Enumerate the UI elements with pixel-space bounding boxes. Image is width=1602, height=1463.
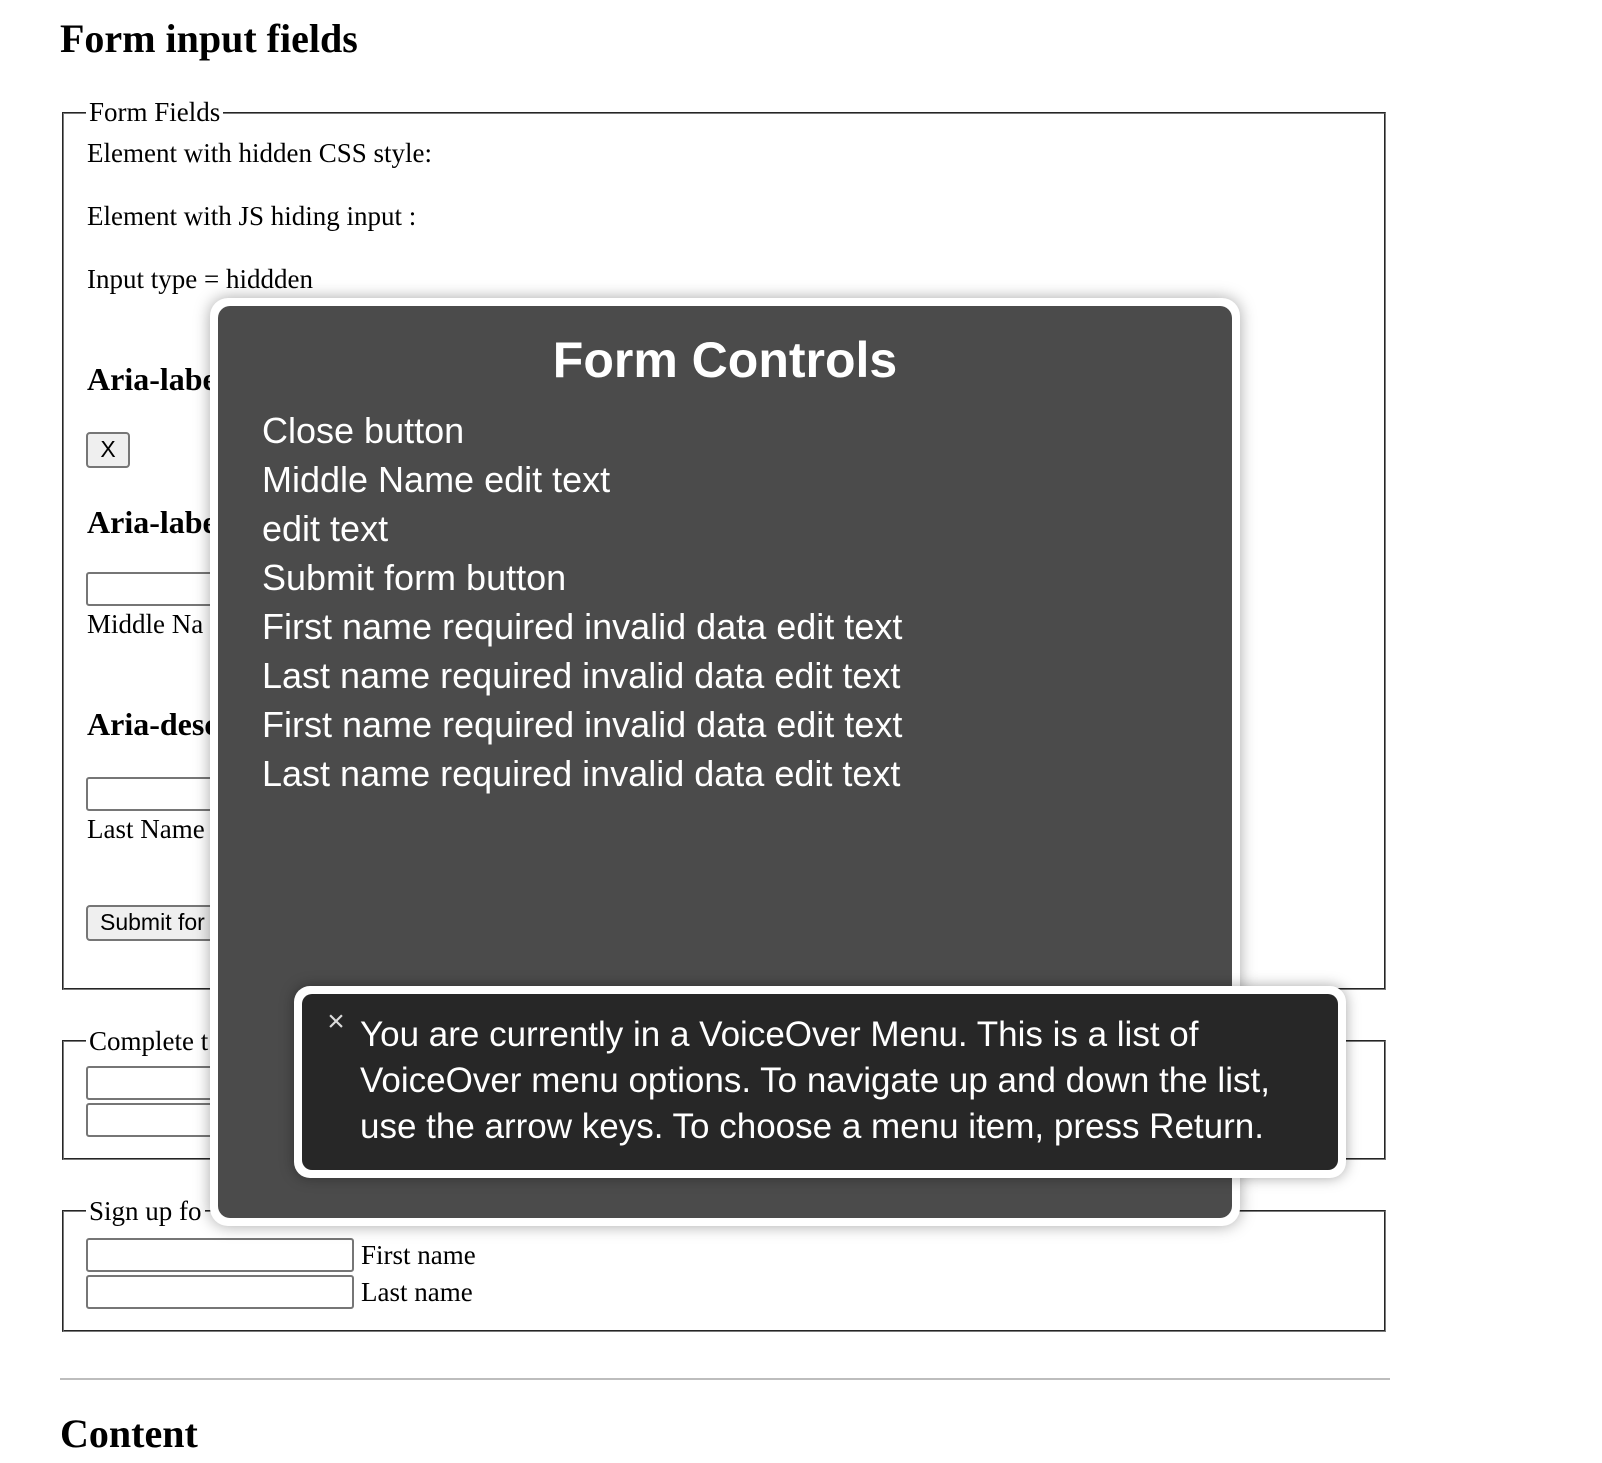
rotor-item[interactable]: First name required invalid data edit te… bbox=[262, 700, 902, 749]
hint-text: You are currently in a VoiceOver Menu. T… bbox=[360, 1015, 1270, 1146]
input-hidden-label: Input type = hiddden bbox=[87, 264, 313, 294]
middle-name-label: Middle Na bbox=[87, 609, 204, 639]
rotor-item[interactable]: Last name required invalid data edit tex… bbox=[262, 651, 902, 700]
aria-label-heading: Aria-labe bbox=[87, 361, 217, 397]
voiceover-hint: × You are currently in a VoiceOver Menu.… bbox=[302, 994, 1338, 1170]
rotor-item[interactable]: Submit form button bbox=[262, 553, 902, 602]
signup-last-name-input[interactable] bbox=[86, 1275, 354, 1309]
rotor-item[interactable]: First name required invalid data edit te… bbox=[262, 602, 902, 651]
hidden-css-label: Element with hidden CSS style: bbox=[87, 138, 432, 168]
js-hiding-label: Element with JS hiding input : bbox=[87, 201, 417, 231]
complete-legend: Complete t bbox=[86, 1026, 212, 1056]
rotor-item[interactable]: Middle Name edit text bbox=[262, 455, 902, 504]
rotor-list: Close button Middle Name edit text edit … bbox=[262, 406, 902, 798]
first-name-label: First name bbox=[361, 1240, 476, 1270]
aria-labelledby-heading: Aria-labe bbox=[87, 504, 217, 540]
rotor-item[interactable]: edit text bbox=[262, 504, 902, 553]
last-name-label: Last Name bbox=[87, 814, 205, 844]
close-button[interactable]: X bbox=[86, 432, 130, 468]
signup-last-name-label: Last name bbox=[361, 1277, 473, 1307]
rotor-item[interactable]: Close button bbox=[262, 406, 902, 455]
section-divider bbox=[60, 1378, 1390, 1380]
signup-legend: Sign up fo bbox=[86, 1196, 205, 1226]
first-name-input[interactable] bbox=[86, 1238, 354, 1272]
form-fields-legend: Form Fields bbox=[86, 97, 224, 127]
rotor-title: Form Controls bbox=[552, 332, 898, 388]
page-title: Form input fields bbox=[60, 16, 358, 61]
close-icon[interactable]: × bbox=[324, 1007, 348, 1037]
aria-describedby-heading: Aria-desc bbox=[87, 706, 219, 742]
content-heading: Content bbox=[60, 1411, 198, 1456]
rotor-item[interactable]: Last name required invalid data edit tex… bbox=[262, 749, 902, 798]
